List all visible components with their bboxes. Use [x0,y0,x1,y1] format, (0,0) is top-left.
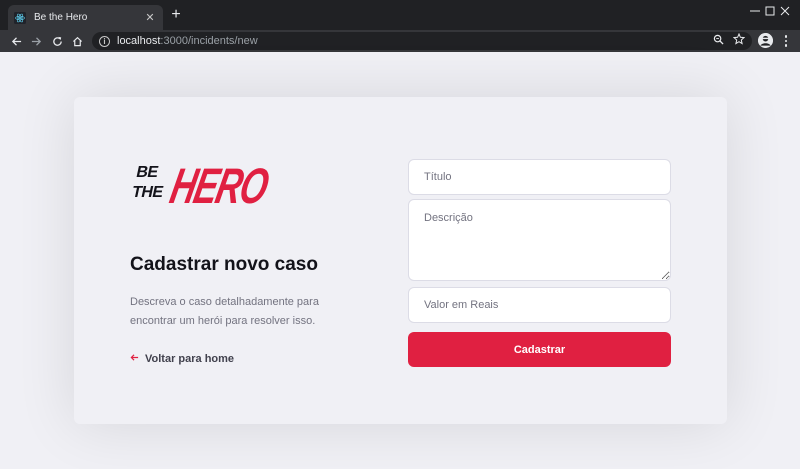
url-text: localhost:3000/incidents/new [117,35,258,47]
back-icon[interactable] [8,33,24,49]
home-icon[interactable] [69,33,85,49]
page-description: Descreva o caso detalhadamente para enco… [130,296,319,327]
info-icon[interactable]: i [99,35,110,47]
new-tab-icon[interactable]: + [168,7,184,23]
browser-toolbar: i localhost:3000/incidents/new [0,30,800,52]
zoom-icon[interactable] [711,32,725,46]
svg-text:HERO: HERO [166,158,274,211]
back-link-label: Voltar para home [145,353,235,365]
forward-icon[interactable] [28,33,44,49]
page-viewport: BE THE HERO Cadastrar novo caso Descreva… [0,52,800,469]
tab-title: Be the Hero [34,12,88,23]
address-bar[interactable]: i localhost:3000/incidents/new [92,32,752,50]
reload-icon[interactable] [49,33,65,49]
browser-tab[interactable]: Be the Hero ✕ [8,5,163,30]
window-close-icon[interactable] [770,0,800,22]
browser-menu-icon[interactable] [781,33,791,49]
profile-avatar-icon[interactable] [758,33,773,48]
be-the-hero-logo: BE THE HERO [130,158,274,211]
new-incident-card: BE THE HERO Cadastrar novo caso Descreva… [74,97,727,424]
page-title: Cadastrar novo caso [130,254,318,275]
arrow-left-icon [130,353,139,365]
back-to-home-link[interactable]: Voltar para home [130,353,234,365]
tab-close-icon[interactable]: ✕ [143,11,157,24]
submit-button[interactable]: Cadastrar [408,332,671,367]
react-icon [14,11,26,24]
title-input[interactable] [408,159,671,195]
description-textarea[interactable] [408,199,671,281]
browser-titlebar: Be the Hero ✕ + [0,0,800,30]
bookmark-star-icon[interactable] [732,32,746,46]
value-input[interactable] [408,287,671,323]
svg-text:THE: THE [130,183,165,201]
svg-text:BE: BE [135,163,161,181]
